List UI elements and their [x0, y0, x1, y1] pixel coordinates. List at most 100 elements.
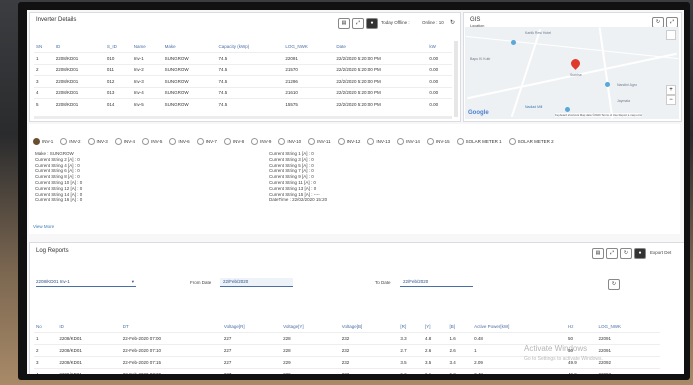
table-row[interactable]: 1 2208/KD01 22-Feb-2020 07:00 227 228 232 3.3 4…	[34, 332, 660, 345]
table-cell: Inv-1	[131, 52, 163, 64]
column-header[interactable]: DT	[121, 320, 222, 333]
radio-dot[interactable]	[87, 138, 95, 145]
radio-dot[interactable]	[278, 138, 286, 145]
column-header[interactable]: [B]	[448, 320, 473, 333]
column-header[interactable]: SN	[34, 41, 54, 53]
inverter-radio-inv-1[interactable]: INV-1	[33, 138, 53, 145]
table-cell: Inv-2	[131, 63, 163, 76]
column-header[interactable]: No	[34, 320, 57, 333]
column-header[interactable]: Date	[334, 41, 427, 53]
inverter-radio-inv-4[interactable]: INV-4	[114, 138, 136, 145]
radio-dot[interactable]	[426, 138, 434, 145]
table-cell: 74.5	[216, 52, 284, 64]
column-header[interactable]: LOG_NWK	[596, 320, 660, 333]
inverter-radio-inv-2[interactable]: INV-2	[60, 138, 81, 145]
refresh-icon[interactable]: ↻	[450, 19, 455, 26]
column-header[interactable]: Voltage[Y]	[281, 320, 340, 333]
view-more-link[interactable]: View More	[33, 224, 54, 229]
table-row[interactable]: 42208/KD0122-Feb-2020 07:202272292326.26…	[34, 368, 660, 374]
radio-dot[interactable]	[308, 138, 316, 145]
inverter-radio-inv-12[interactable]: INV-12	[337, 138, 360, 145]
table-row[interactable]: 5 2208/KD01 014 Inv-5 SUNGROW 74.5 15575 22/2/2…	[34, 98, 452, 110]
table-row[interactable]: 2 2208/KD01 011 Inv-2 SUNGROW 74.5 21570 22/2/2…	[34, 63, 452, 76]
activate-windows-title: Activate Windows	[524, 344, 588, 353]
column-header[interactable]: Make	[163, 41, 217, 53]
settings-icon[interactable]: ●	[366, 18, 378, 29]
table-cell: 0.00	[427, 52, 452, 64]
inverter-radio-inv-3[interactable]: INV-3	[87, 138, 108, 145]
zoom-in-button[interactable]: +	[666, 85, 676, 95]
column-header[interactable]: ID	[54, 41, 105, 53]
table-row[interactable]: 3 2208/KD01 012 Inv-3 SUNGROW 74.5 21296 22/2/2…	[34, 75, 452, 87]
column-header[interactable]: Hz	[566, 320, 597, 333]
radio-dot[interactable]	[196, 138, 204, 145]
inverter-radio-inv-14[interactable]: INV-14	[397, 138, 420, 145]
inverter-radio-inv-13[interactable]: INV-13	[367, 138, 390, 145]
inverter-radio-solar-meter-2[interactable]: SOLAR METER 2	[508, 138, 554, 145]
map-view[interactable]: Kartik Resi Hotel Sunrise Bapu Ki Kutir …	[465, 27, 679, 119]
inverter-radio-inv-11[interactable]: INV-11	[308, 138, 331, 145]
table-row[interactable]: 1 2208/KD01 010 Inv-1 SUNGROW 74.5 22091 22/2/2…	[34, 52, 452, 64]
log-expand-icon[interactable]: ⤢	[606, 248, 618, 259]
log-settings-icon[interactable]: ●	[634, 248, 646, 259]
inverter-radio-inv-8[interactable]: INV-8	[223, 138, 244, 145]
radio-dot[interactable]	[367, 138, 375, 145]
zoom-out-button[interactable]: −	[666, 95, 676, 105]
inverter-details-title: Inverter Details	[36, 17, 77, 23]
map-fullscreen-button[interactable]	[666, 30, 676, 40]
table-cell: 74.5	[216, 98, 284, 110]
inverter-table-hscrollbar[interactable]	[34, 116, 452, 119]
inverter-radio-inv-6[interactable]: INV-6	[169, 138, 190, 145]
column-header[interactable]: S_ID	[105, 41, 132, 53]
device-select[interactable]: 2208/KD01 Inv-1 ▾	[36, 278, 136, 287]
column-header[interactable]: [Y]	[423, 320, 448, 333]
radio-dot[interactable]	[337, 138, 345, 145]
table-row[interactable]: 4 2208/KD01 013 Inv-4 SUNGROW 74.5 21610 22/2/2…	[34, 86, 452, 99]
inverter-radio-inv-5[interactable]: INV-5	[142, 138, 162, 145]
table-cell: 22091	[596, 332, 660, 345]
radio-dot[interactable]	[169, 138, 177, 145]
column-header[interactable]: Capacity (kWp)	[216, 41, 283, 53]
log-export-icon[interactable]: ▤	[592, 248, 604, 259]
online-label: Online :	[422, 20, 438, 25]
export-details-label[interactable]: Export Det	[650, 250, 671, 255]
column-header[interactable]: Name	[132, 41, 163, 53]
to-date-input[interactable]: 22/Feb/2020	[400, 278, 473, 287]
radio-dot[interactable]	[397, 138, 405, 145]
inverter-radio-solar-meter-1[interactable]: SOLAR METER 1	[456, 138, 502, 145]
radio-dot[interactable]	[223, 138, 231, 145]
inverter-radio-inv-9[interactable]: INV-9	[251, 138, 271, 145]
radio-dot[interactable]	[251, 138, 259, 145]
column-header[interactable]: Voltage[R]	[222, 320, 281, 333]
column-header[interactable]: ID	[57, 320, 120, 333]
table-cell: SUNGROW	[162, 86, 217, 99]
inverter-table-scrollbar[interactable]	[454, 41, 458, 117]
log-refresh-icon[interactable]: ↻	[620, 248, 632, 259]
from-date-input[interactable]: 22/Feb/2020	[220, 278, 293, 287]
inverter-radio-inv-7[interactable]: INV-7	[196, 138, 217, 145]
radio-dot[interactable]	[60, 138, 68, 145]
online-status: Online : 10	[422, 20, 444, 25]
export-icon[interactable]: ▤	[338, 18, 350, 29]
table-cell: 22092	[596, 356, 660, 369]
inverter-radio-inv-15[interactable]: INV-15	[426, 138, 450, 145]
inverter-radio-inv-10[interactable]: INV-10	[278, 138, 301, 145]
column-header[interactable]: kW	[427, 41, 452, 53]
map-pin-icon[interactable]	[569, 57, 582, 70]
column-header[interactable]: LOG_NWK	[283, 41, 334, 53]
radio-label: INV-4	[123, 139, 136, 144]
map-label: Jaymala	[617, 99, 631, 103]
table-cell: 2208/KD01	[53, 75, 105, 87]
radio-dot[interactable]	[142, 138, 150, 145]
radio-dot[interactable]	[508, 138, 516, 145]
column-header[interactable]: Active Power[kW]	[472, 320, 566, 333]
column-header[interactable]: Voltage[B]	[340, 320, 399, 333]
date-refresh-icon[interactable]: ↻	[608, 279, 620, 290]
radio-dot[interactable]	[33, 138, 40, 145]
radio-dot[interactable]	[114, 138, 122, 145]
table-cell: 21570	[283, 63, 335, 76]
radio-dot[interactable]	[456, 138, 464, 145]
column-header[interactable]: [R]	[398, 320, 423, 333]
table-cell: 229	[281, 356, 340, 369]
expand-icon[interactable]: ⤢	[352, 18, 364, 29]
